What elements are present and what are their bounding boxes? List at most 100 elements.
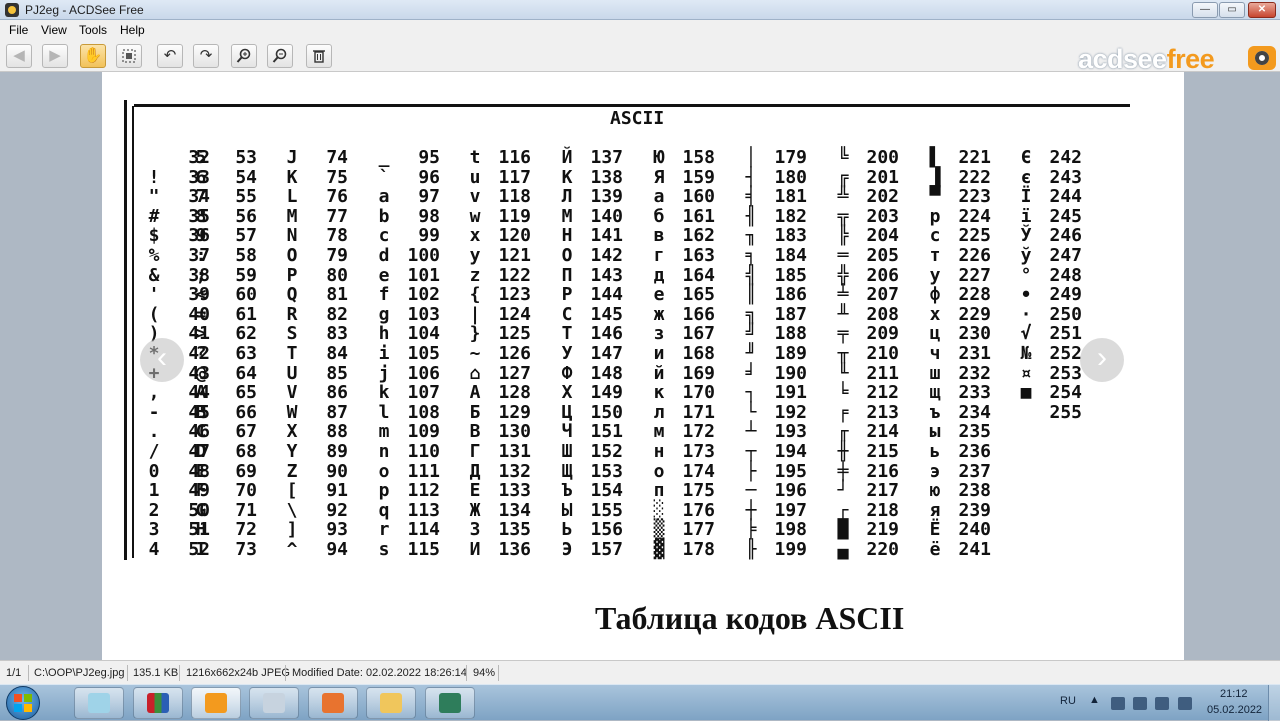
ascii-row: ╔ 201 xyxy=(833,167,923,188)
clock-time[interactable]: 21:12 xyxy=(1220,688,1248,700)
previous-image-button[interactable]: ◀ xyxy=(6,44,32,68)
ascii-char: q xyxy=(378,499,390,521)
calculator-icon xyxy=(263,693,285,713)
ascii-code: 202 xyxy=(866,186,899,208)
ascii-code: 108 xyxy=(407,401,440,423)
taskbar-app-explorer[interactable] xyxy=(366,687,416,719)
ascii-code: 102 xyxy=(407,284,440,306)
image-viewer[interactable]: ASCII 32!33"34#35$36%37&38'39(40)41*42+4… xyxy=(0,72,1280,660)
rotate-right-button[interactable]: ↷ xyxy=(193,44,219,68)
ascii-row: ш 232 xyxy=(925,363,1015,384)
ascii-row: _ 95 xyxy=(374,148,464,168)
ascii-code: 93 xyxy=(326,519,348,541)
ascii-char: Д xyxy=(469,460,481,482)
taskbar-app-powerpoint[interactable] xyxy=(308,687,358,719)
menu-tools[interactable]: Tools xyxy=(79,23,107,37)
menu-view[interactable]: View xyxy=(41,23,67,37)
ascii-char: ╕ xyxy=(745,244,757,266)
ascii-char: d xyxy=(378,244,390,266)
taskbar-app-calculator[interactable] xyxy=(249,687,299,719)
ascii-char: ┴ xyxy=(745,421,757,443)
ascii-row: ┼ 197 xyxy=(741,501,831,521)
ascii-code: 160 xyxy=(682,186,715,208)
taskbar-app-winrar[interactable] xyxy=(133,687,183,719)
ascii-row: : 58 xyxy=(191,246,281,266)
ascii-row: T 84 xyxy=(282,344,372,364)
taskbar-app-editor[interactable] xyxy=(425,687,475,719)
ascii-row: Я 159 xyxy=(649,167,739,188)
language-indicator[interactable]: RU xyxy=(1060,695,1076,707)
rotate-left-button[interactable]: ↶ xyxy=(157,44,183,68)
ascii-char: ╜ xyxy=(745,342,757,364)
ascii-char: ╫ xyxy=(837,440,849,462)
ascii-char: < xyxy=(195,284,207,306)
zoom-out-button[interactable] xyxy=(267,44,293,68)
zoom-in-button[interactable] xyxy=(231,44,257,68)
ascii-column: J 74 K 75 L 76 M 77 N 78 O 79 P 80 Q 81 R 82 S 83 T 84 U 85 V 86 W… xyxy=(282,148,372,559)
show-desktop-button[interactable] xyxy=(1268,685,1280,721)
ascii-code: 153 xyxy=(590,460,623,482)
ascii-code: 96 xyxy=(418,166,440,188)
previous-overlay-button[interactable]: ‹ xyxy=(140,338,184,382)
tray-volume-icon[interactable] xyxy=(1178,697,1192,710)
ascii-row: Й 137 xyxy=(557,148,647,168)
tray-flag-icon[interactable] xyxy=(1111,697,1125,710)
ascii-char: б xyxy=(653,205,665,227)
ascii-row: г 163 xyxy=(649,246,739,266)
maximize-button[interactable]: ▭ xyxy=(1219,2,1245,18)
ascii-code: 236 xyxy=(958,440,991,462)
close-button[interactable]: ✕ xyxy=(1248,2,1276,18)
ascii-code: 207 xyxy=(866,284,899,306)
ascii-row: а 160 xyxy=(649,187,739,207)
ascii-char: з xyxy=(653,323,665,345)
ascii-row: 7 55 xyxy=(191,187,281,207)
ascii-code: 162 xyxy=(682,225,715,247)
ascii-row: u 117 xyxy=(465,167,555,188)
ascii-char: Y xyxy=(286,440,298,462)
ascii-code: 138 xyxy=(590,166,623,188)
ascii-code: 61 xyxy=(235,303,257,325)
ascii-code: 87 xyxy=(326,401,348,423)
ascii-code: 89 xyxy=(326,440,348,462)
ascii-code: 146 xyxy=(590,323,623,345)
pan-hand-button[interactable]: ✋ xyxy=(80,44,106,68)
ascii-code: 177 xyxy=(682,519,715,541)
ascii-row: ┴ 193 xyxy=(741,422,831,442)
ascii-code: 252 xyxy=(1049,342,1082,364)
menu-file[interactable]: File xyxy=(9,23,28,37)
ascii-char: # xyxy=(148,205,160,227)
start-button[interactable] xyxy=(6,686,40,720)
ascii-row: р 224 xyxy=(925,207,1015,227)
tray-device-icon[interactable] xyxy=(1133,697,1147,710)
ascii-char: ю xyxy=(929,480,941,502)
ascii-char: ┬ xyxy=(745,440,757,462)
ascii-row: л 171 xyxy=(649,403,739,423)
taskbar-app-acdsee[interactable] xyxy=(191,687,241,719)
tray-network-icon[interactable] xyxy=(1155,697,1169,710)
delete-button[interactable] xyxy=(306,44,332,68)
clock-date[interactable]: 05.02.2022 xyxy=(1207,704,1262,716)
ascii-row: ъ 234 xyxy=(925,403,1015,423)
ascii-row: п 175 xyxy=(649,481,739,501)
next-image-button[interactable]: ▶ xyxy=(42,44,68,68)
ascii-char: B xyxy=(195,401,207,423)
menu-help[interactable]: Help xyxy=(120,23,145,37)
ascii-code: 185 xyxy=(774,264,807,286)
ascii-row: E 69 xyxy=(191,461,281,482)
ascii-row: с 225 xyxy=(925,226,1015,246)
ascii-row: r 114 xyxy=(374,520,464,540)
taskbar-app-notes[interactable] xyxy=(74,687,124,719)
ascii-row: б 161 xyxy=(649,207,739,227)
select-button[interactable] xyxy=(116,44,142,68)
tray-expand-icon[interactable]: ▲ xyxy=(1089,694,1100,706)
ascii-char: Б xyxy=(469,401,481,423)
next-overlay-button[interactable]: › xyxy=(1080,338,1124,382)
ascii-char: ╓ xyxy=(837,421,849,443)
ascii-code: 219 xyxy=(866,519,899,541)
minimize-button[interactable]: — xyxy=(1192,2,1218,18)
ascii-char: │ xyxy=(745,147,757,168)
ascii-char: 8 xyxy=(195,205,207,227)
ascii-char: i xyxy=(378,342,390,364)
ascii-char: ╛ xyxy=(745,362,757,384)
ascii-code: 194 xyxy=(774,440,807,462)
